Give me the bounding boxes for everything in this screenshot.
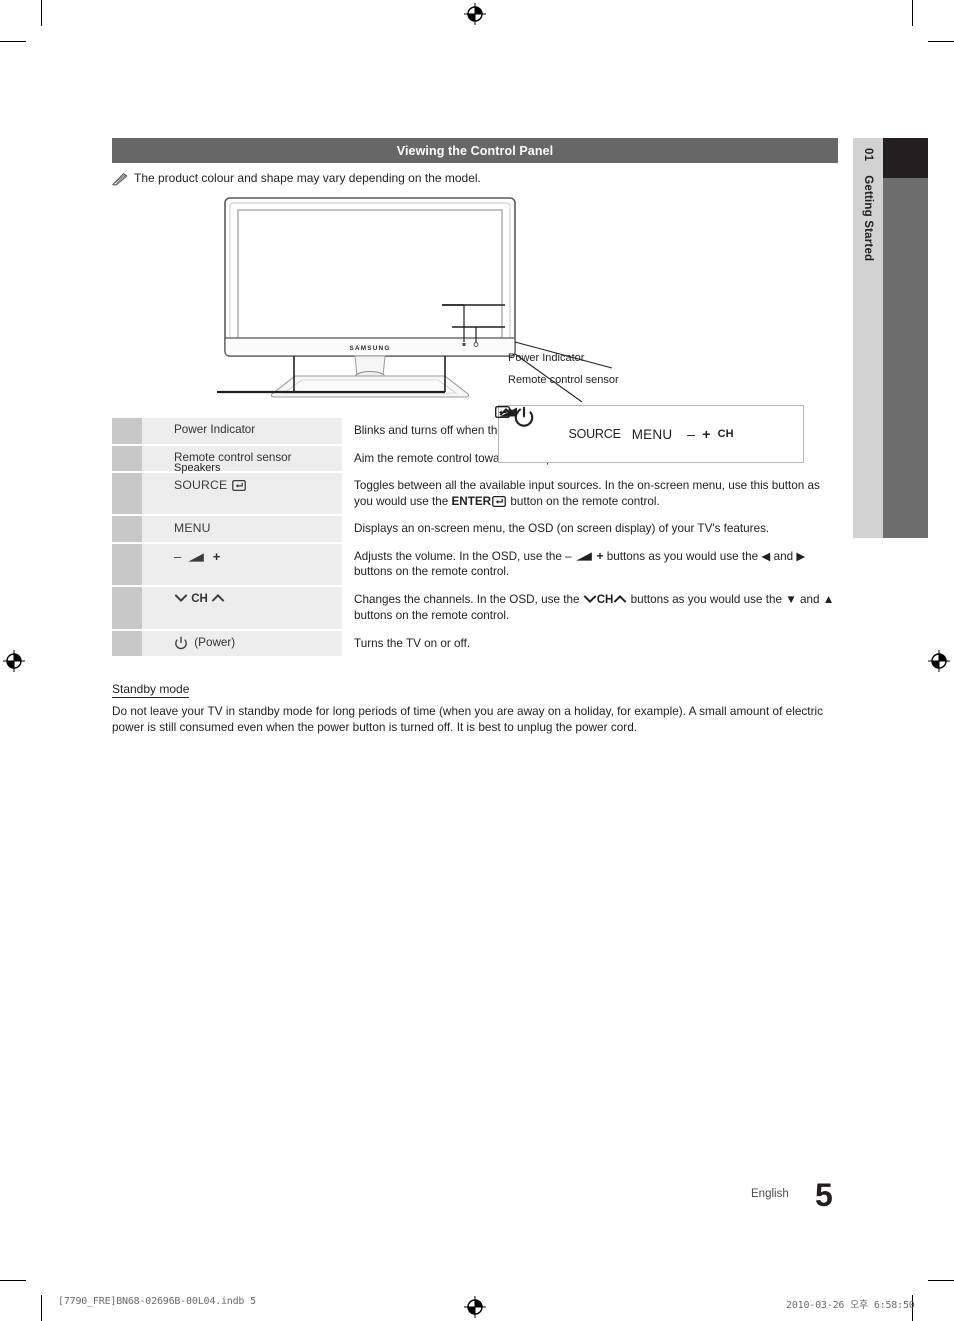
row-desc-source: Toggles between all the available input …: [342, 472, 838, 515]
row-label-volume: – +: [142, 542, 342, 586]
table-row: CH Changes the channels. In the OSD, use…: [112, 585, 838, 630]
chevron-up-icon: [613, 595, 627, 604]
registration-mark-right: [928, 650, 950, 672]
table-row: – + Adjusts the volume. In the OSD, use …: [112, 542, 838, 586]
row-swatch: [112, 472, 142, 515]
row-label-menu: MENU: [142, 515, 342, 543]
row-desc-text-part1: Changes the channels. In the OSD, use th…: [354, 592, 583, 606]
row-desc-channel: Changes the channels. In the OSD, use th…: [342, 585, 838, 630]
row-label-power: (Power): [142, 629, 342, 657]
section-header-bar: Viewing the Control Panel: [112, 138, 838, 163]
row-label-text: SOURCE: [174, 478, 228, 492]
row-label-source: SOURCE: [142, 472, 342, 515]
footer-timestamp: 2010-03-26 오후 6:58:50: [786, 1300, 915, 1311]
row-label-text: Power Indicator: [174, 423, 256, 436]
panel-ch-label[interactable]: CH: [718, 428, 734, 440]
chevron-up-icon: [211, 594, 225, 603]
page-number: 5: [815, 1177, 833, 1213]
row-desc-volume: Adjusts the volume. In the OSD, use the …: [342, 542, 838, 586]
row-label-power-indicator: Power Indicator: [142, 418, 342, 445]
model-variation-note-text: The product colour and shape may vary de…: [134, 171, 481, 185]
panel-menu-label[interactable]: MENU: [632, 427, 673, 442]
callout-speakers-text: Speakers: [174, 462, 221, 474]
page-language-label: English: [751, 1188, 789, 1200]
row-desc-text-part2: button on the remote control.: [507, 494, 660, 508]
row-label-minus: –: [174, 548, 182, 564]
row-label-text: MENU: [174, 521, 211, 535]
row-swatch: [112, 418, 142, 445]
crop-mark-top-left-h: [0, 41, 26, 42]
volume-wedge-icon: [575, 552, 592, 561]
tv-illustration: SAMSUNG Power Indicator Remote control s…: [112, 190, 838, 474]
page-content: Viewing the Control Panel The product co…: [112, 138, 838, 735]
row-desc-text-part1: Adjusts the volume. In the OSD, use the: [354, 549, 566, 563]
chevron-down-icon: [174, 594, 188, 603]
volume-wedge-icon: [188, 553, 205, 562]
row-swatch: [112, 515, 142, 543]
enter-return-icon: [231, 480, 246, 492]
row-swatch: [112, 542, 142, 586]
footer-file-info: [7790_FRE]BN68-02696B-00L04.indb 5: [58, 1296, 256, 1307]
registration-mark-left: [3, 650, 25, 672]
row-desc-text: Displays an on-screen menu, the OSD (on …: [354, 522, 770, 535]
table-row: SOURCE Toggles between all the available…: [112, 472, 838, 515]
callout-speakers: Speakers: [174, 462, 220, 474]
crop-mark-bottom-right-h: [928, 1280, 954, 1281]
enter-return-icon: [492, 495, 506, 507]
crop-mark-bottom-left-h: [0, 1280, 26, 1281]
table-row: MENU Displays an on-screen menu, the OSD…: [112, 515, 838, 543]
row-desc-power: Turns the TV on or off.: [342, 629, 838, 657]
panel-volume-plus[interactable]: +: [702, 426, 710, 442]
chapter-tab-black-bar: [883, 138, 928, 178]
callout-remote-sensor: Remote control sensor: [508, 374, 619, 386]
crop-mark-bottom-left-v: [41, 1295, 42, 1321]
row-swatch: [112, 444, 142, 472]
row-swatch: [112, 629, 142, 657]
power-icon: [175, 635, 187, 649]
standby-mode-title: Standby mode: [112, 682, 190, 698]
row-desc-enter-label: ENTER: [451, 494, 492, 508]
power-icon[interactable]: [513, 406, 535, 428]
registration-mark-top: [464, 3, 486, 25]
standby-mode-section: Standby mode Do not leave your TV in sta…: [112, 680, 838, 735]
registration-mark-bottom: [464, 1296, 486, 1318]
row-label-ch: CH: [191, 592, 208, 605]
row-label-plus: +: [212, 548, 221, 564]
crop-mark-top-left-v: [41, 0, 42, 26]
table-row: (Power) Turns the TV on or off.: [112, 629, 838, 657]
control-panel-closeup: SOURCE MENU – + CH: [495, 405, 804, 463]
crop-mark-top-right-h: [928, 41, 954, 42]
chapter-number: 01: [862, 148, 874, 162]
callout-remote-sensor-text: Remote control sensor: [508, 374, 619, 386]
row-desc-menu: Displays an on-screen menu, the OSD (on …: [342, 515, 838, 543]
chapter-tab: 01 Getting Started: [853, 138, 883, 538]
chapter-title: Getting Started: [862, 175, 874, 262]
row-desc-text: Turns the TV on or off.: [354, 636, 471, 650]
tv-brand-text: SAMSUNG: [349, 345, 390, 352]
pencil-note-icon: [112, 172, 128, 186]
standby-mode-body: Do not leave your TV in standby mode for…: [112, 704, 824, 734]
chapter-tab-inner: 01 Getting Started: [853, 138, 883, 538]
control-panel-buttons: SOURCE MENU – + CH: [495, 406, 734, 442]
chevron-up-icon[interactable]: [499, 406, 513, 418]
callout-power-indicator-text: Power Indicator: [508, 352, 585, 364]
row-label-remote-sensor: Remote control sensor: [142, 444, 342, 472]
row-swatch: [112, 585, 142, 630]
row-label-channel: CH: [142, 585, 342, 630]
panel-source-label[interactable]: SOURCE: [568, 427, 620, 441]
crop-mark-top-right-v: [912, 0, 913, 26]
chapter-tab-dark-bar: [883, 138, 928, 538]
chevron-down-icon: [583, 595, 597, 604]
callout-power-indicator: Power Indicator: [508, 352, 584, 364]
model-variation-note: The product colour and shape may vary de…: [112, 171, 838, 186]
panel-volume-minus[interactable]: –: [687, 426, 695, 442]
row-label-text: (Power): [194, 635, 236, 649]
tv-drawing: SAMSUNG: [217, 197, 613, 402]
section-header-title: Viewing the Control Panel: [396, 143, 554, 158]
